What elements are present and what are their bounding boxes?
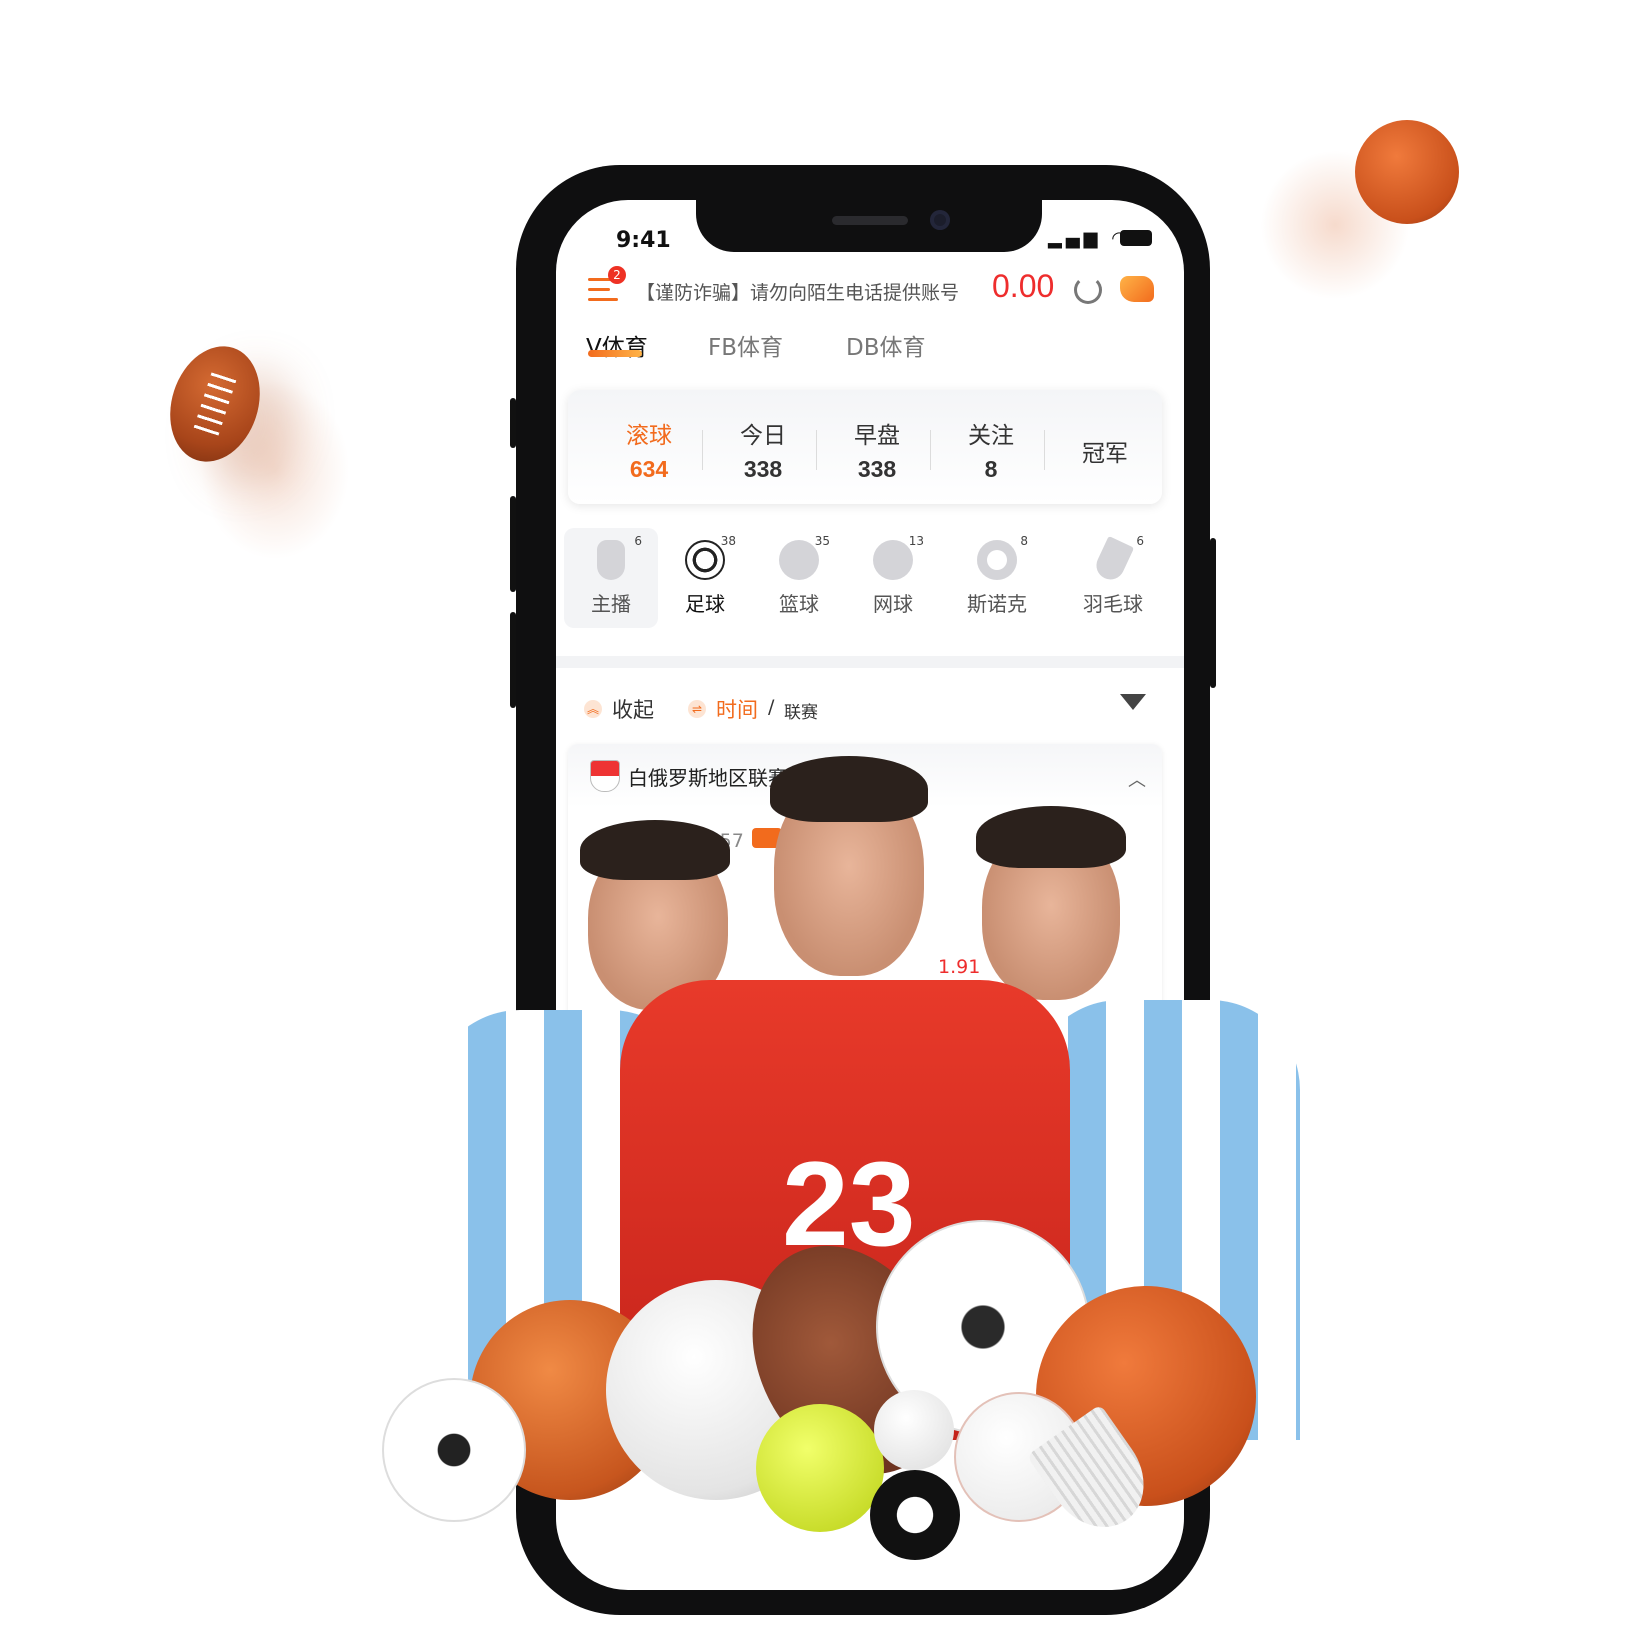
phone-speaker (832, 216, 908, 225)
refresh-icon[interactable] (1074, 276, 1102, 304)
balance-amount: 0.00 (992, 268, 1055, 304)
section-divider (556, 656, 1184, 668)
basketball-icon (1355, 120, 1459, 224)
category-early[interactable]: 早盘 338 (822, 416, 932, 483)
sport-item-tennis[interactable]: 13 网球 (848, 528, 938, 617)
divider (702, 430, 703, 470)
soccer-ball-icon (685, 540, 725, 580)
players-promo-image: 23 (382, 756, 1320, 1600)
sort-by-time[interactable]: 时间 (716, 694, 758, 724)
divider (930, 430, 931, 470)
divider (816, 430, 817, 470)
sport-item-snooker[interactable]: 8 斯诺克 (952, 528, 1042, 617)
phone-side-button (510, 496, 516, 592)
category-today[interactable]: 今日 338 (708, 416, 818, 483)
snooker-ball-icon (977, 540, 1017, 580)
collapse-icon[interactable]: ︽ (584, 700, 602, 718)
divider (1044, 430, 1045, 470)
golf-ball-icon (874, 1390, 954, 1470)
battery-icon (1120, 230, 1152, 246)
phone-notch (696, 198, 1042, 252)
sort-by-league[interactable]: 联赛 (784, 698, 818, 723)
soccer-ball-icon (382, 1378, 526, 1522)
microphone-icon (597, 540, 625, 580)
category-champion[interactable]: 冠军 (1050, 434, 1160, 468)
category-favorites[interactable]: 关注 8 (936, 416, 1046, 483)
active-tab-indicator (588, 350, 642, 357)
player-hair (770, 756, 928, 822)
status-time: 9:41 (616, 228, 671, 253)
collapse-button[interactable]: 收起 (612, 694, 654, 724)
sport-item-football[interactable]: 38 足球 (660, 528, 750, 617)
sort-separator: / (768, 696, 775, 718)
shuttlecock-icon (1091, 535, 1135, 585)
tennis-ball-icon (873, 540, 913, 580)
category-inplay[interactable]: 滚球 634 (594, 416, 704, 483)
sport-item-streamer[interactable]: 6 主播 (566, 528, 656, 617)
market-category-card: 滚球 634 今日 338 早盘 338 关注 8 冠军 (568, 390, 1162, 504)
notification-badge: 2 (608, 266, 626, 284)
sport-item-basketball[interactable]: 35 篮球 (754, 528, 844, 617)
tab-fb-sports[interactable]: FB体育 (708, 328, 783, 362)
notice-marquee[interactable]: 【谨防诈骗】请勿向陌生电话提供账号 (636, 278, 972, 305)
basketball-icon (779, 540, 819, 580)
billiard-ball-icon (870, 1470, 960, 1560)
phone-camera (930, 210, 950, 230)
sport-item-badminton[interactable]: 6 羽毛球 (1068, 528, 1158, 617)
phone-side-button (1210, 538, 1216, 688)
player-hair (976, 806, 1126, 868)
sort-icon[interactable]: ⇌ (688, 700, 706, 718)
wallet-icon[interactable] (1120, 276, 1154, 302)
filter-icon[interactable] (1120, 694, 1146, 710)
phone-side-button (510, 612, 516, 708)
tennis-ball-icon (756, 1404, 884, 1532)
signal-wifi-icon: ▂▄▆ ◠ (1048, 228, 1131, 249)
player-hair (580, 820, 730, 880)
tab-db-sports[interactable]: DB体育 (846, 328, 926, 362)
phone-side-button (510, 398, 516, 448)
